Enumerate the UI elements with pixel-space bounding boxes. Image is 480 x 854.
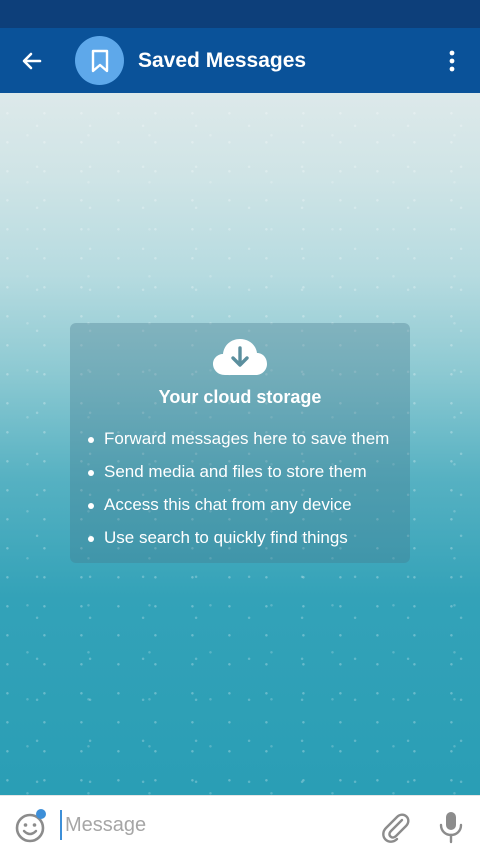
cloud-storage-card: Your cloud storage Forward messages here…	[70, 323, 410, 563]
microphone-button[interactable]	[436, 810, 466, 844]
tip-item: Send media and files to store them	[88, 461, 389, 494]
attach-button[interactable]	[378, 810, 412, 844]
message-input[interactable]	[60, 810, 365, 840]
message-composer	[0, 795, 480, 854]
card-title: Your cloud storage	[158, 387, 322, 407]
arrow-left-icon	[22, 52, 42, 70]
more-vertical-icon	[449, 50, 455, 72]
chat-title[interactable]: Saved Messages	[138, 28, 306, 93]
avatar[interactable]	[75, 36, 124, 85]
tip-item: Use search to quickly find things	[88, 527, 389, 560]
bookmark-icon	[91, 49, 108, 72]
more-menu-button[interactable]	[436, 41, 468, 81]
status-bar	[0, 0, 480, 28]
app-bar: Saved Messages	[0, 28, 480, 93]
paperclip-icon	[382, 813, 410, 843]
microphone-icon	[439, 812, 463, 844]
tips-list: Forward messages here to save them Send …	[88, 428, 389, 560]
tip-item: Access this chat from any device	[88, 494, 389, 527]
tip-item: Forward messages here to save them	[88, 428, 389, 461]
emoji-button[interactable]	[14, 809, 50, 845]
back-button[interactable]	[10, 39, 54, 83]
notification-dot	[36, 809, 46, 819]
cloud-download-icon	[213, 339, 267, 375]
chat-background: Your cloud storage Forward messages here…	[0, 93, 480, 795]
